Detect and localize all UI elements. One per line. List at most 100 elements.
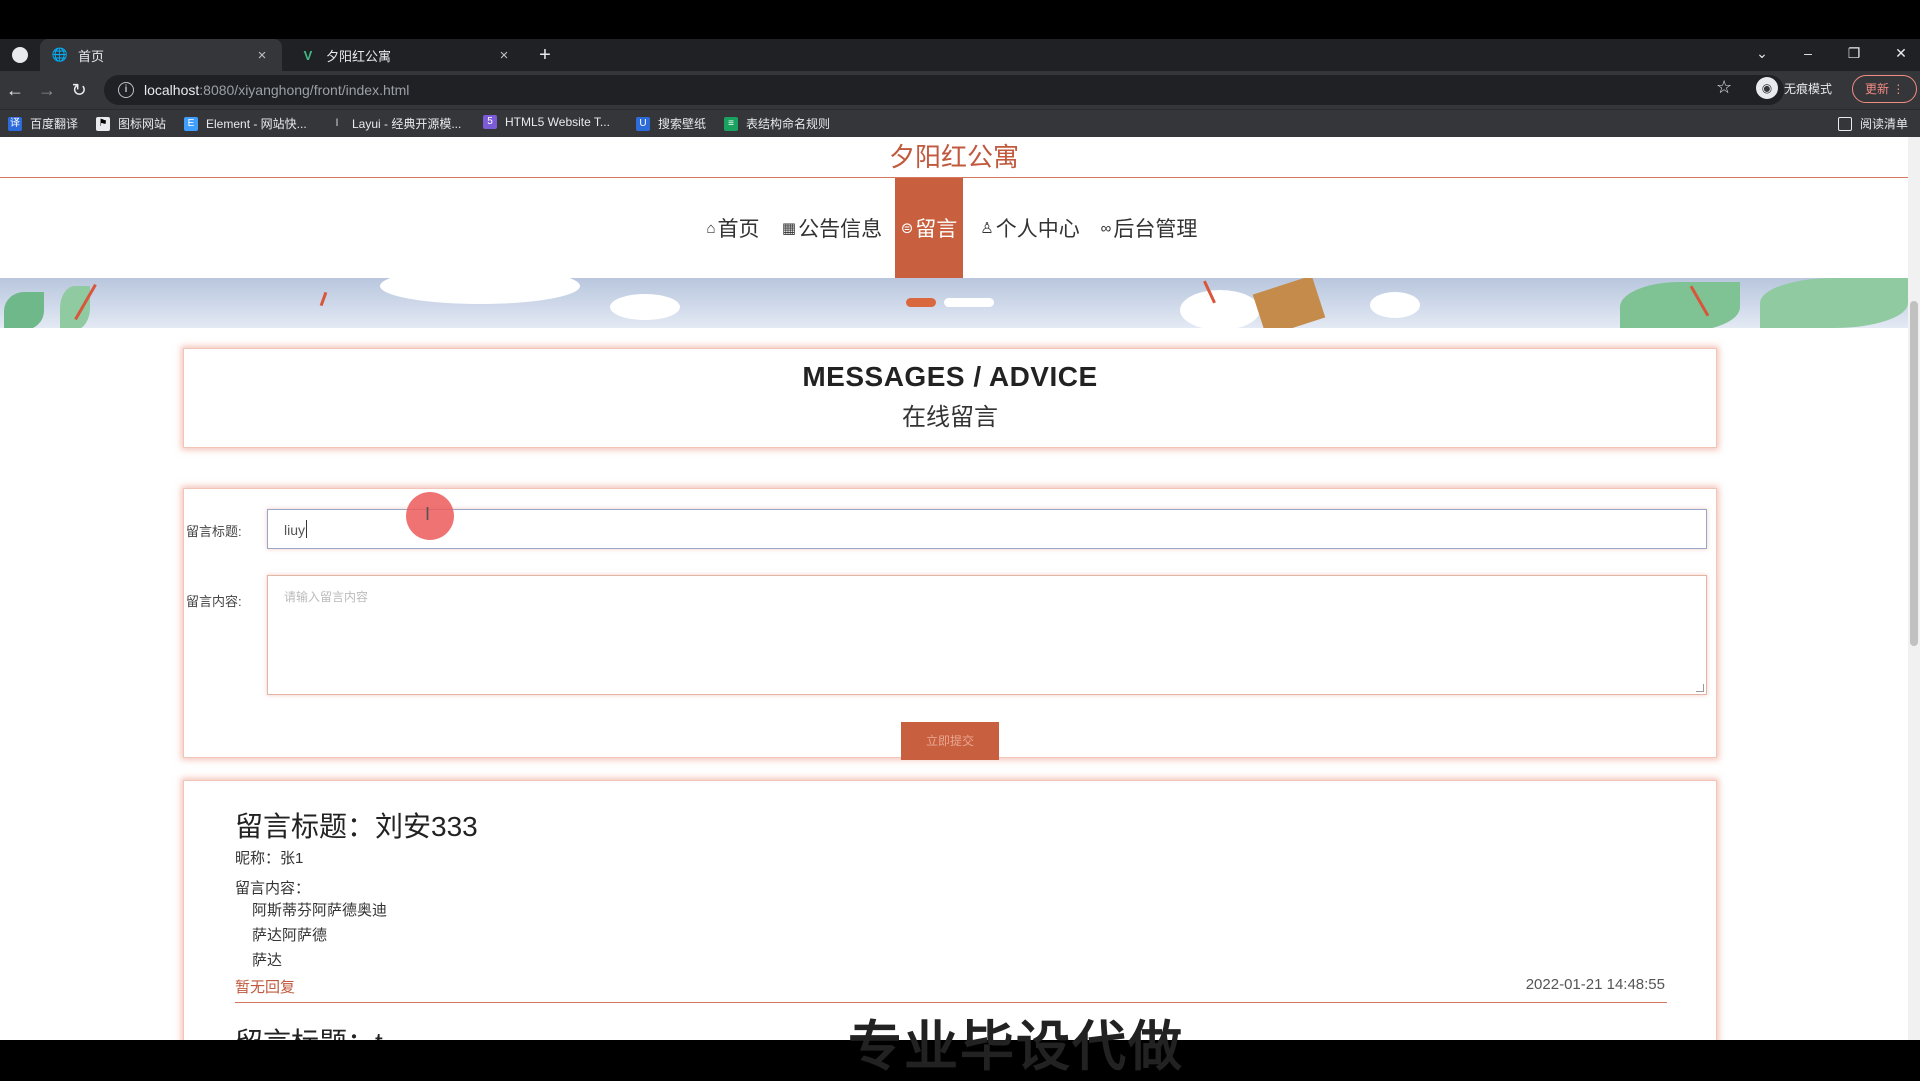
- message-content-line: 阿斯蒂芬阿萨德奥迪: [252, 902, 388, 919]
- bookmark-label: Layui - 经典开源模...: [352, 117, 462, 131]
- bookmark-label: HTML5 Website T...: [505, 115, 610, 129]
- bookmark-item[interactable]: 5 HTML5 Website T...: [483, 115, 610, 129]
- address-bar[interactable]: i localhost:8080/xiyanghong/front/index.…: [104, 75, 1784, 105]
- link-icon: ∞: [1100, 219, 1112, 237]
- message-content-label: 留言内容：: [235, 880, 311, 897]
- tab-label: 首页: [78, 48, 105, 64]
- update-button[interactable]: 更新 ⋮: [1852, 75, 1918, 103]
- forward-icon[interactable]: →: [36, 79, 58, 101]
- message-list: 留言标题：刘安333 昵称：张1 留言内容： 阿斯蒂芬阿萨德奥迪 萨达阿萨德 萨…: [183, 780, 1717, 1040]
- nav-label: 留言: [915, 218, 958, 241]
- sheet-icon: ≡: [724, 116, 738, 131]
- browser-toolbar: ← → ↻ i localhost:8080/xiyanghong/front/…: [0, 71, 1920, 109]
- bookmark-label: 百度翻译: [30, 117, 79, 131]
- watermark-overlay: 专业毕设代做: [848, 1017, 1184, 1077]
- bookmark-label: 图标网站: [118, 117, 167, 131]
- info-icon[interactable]: i: [118, 82, 134, 98]
- bookmarks-bar: 译百度翻译 ⚑ 图标网站 E Element - 网站快... l Layui - 经…: [0, 109, 1920, 137]
- bookmark-item[interactable]: 译百度翻译: [8, 115, 78, 132]
- nav-label: 个人中心: [995, 218, 1080, 241]
- element-icon: E: [184, 116, 198, 131]
- messages-header: MESSAGES / ADVICE 在线留言: [183, 348, 1717, 448]
- banner-snow: [380, 278, 580, 304]
- nav-label: 公告信息: [798, 218, 883, 241]
- nav-item-notices[interactable]: ▦ 公告信息: [780, 178, 884, 278]
- globe-icon: 🌐: [51, 47, 69, 62]
- tab-home[interactable]: 🌐 首页 ×: [40, 39, 282, 71]
- new-tab-button[interactable]: +: [534, 44, 556, 66]
- browser-tab-bar: 🌐 首页 × V 夕阳红公寓 × + ⌄ – ❐ ✕: [0, 39, 1920, 71]
- banner-leaf: [1620, 282, 1740, 328]
- incognito-label: 无痕模式: [1784, 81, 1833, 96]
- reading-list-icon: [1838, 116, 1852, 131]
- close-icon[interactable]: ×: [254, 47, 270, 64]
- title-label: 留言标题:: [186, 524, 242, 539]
- flag-icon: ⚑: [96, 116, 110, 131]
- message-time: 2022-01-21 14:48:55: [1525, 976, 1665, 993]
- user-icon: ♙: [980, 220, 994, 237]
- nav-item-home[interactable]: ⌂ 首页: [700, 178, 766, 278]
- wallpaper-icon: U: [636, 116, 650, 131]
- nav-item-messages[interactable]: ⊜ 留言: [895, 178, 963, 278]
- resize-handle-icon[interactable]: [1696, 684, 1704, 692]
- banner-leaf: [4, 292, 44, 328]
- nav-item-admin[interactable]: ∞ 后台管理: [1098, 178, 1200, 278]
- message-content-line: 萨达阿萨德: [252, 927, 328, 944]
- nav-label: 首页: [717, 218, 760, 241]
- banner-snow: [1180, 290, 1260, 328]
- bookmark-item[interactable]: ≡ 表结构命名规则: [724, 115, 830, 132]
- update-label: 更新: [1865, 82, 1890, 96]
- close-icon[interactable]: ×: [496, 47, 512, 64]
- carousel-dot[interactable]: [944, 298, 994, 307]
- layui-icon: l: [330, 116, 344, 131]
- banner-leaf: [60, 286, 90, 328]
- page-scrollbar[interactable]: [1908, 137, 1920, 1040]
- reading-list-label: 阅读清单: [1860, 117, 1909, 131]
- reload-icon[interactable]: ↻: [68, 79, 90, 101]
- site-title: 夕阳红公寓: [888, 142, 1019, 172]
- carousel-dot-active[interactable]: [906, 298, 936, 307]
- content-textarea[interactable]: 请输入留言内容: [267, 575, 1707, 695]
- scrollbar-thumb[interactable]: [1910, 301, 1918, 646]
- back-icon[interactable]: ←: [4, 79, 26, 101]
- grid-icon: ▦: [781, 220, 797, 237]
- incognito-icon: ◉: [1756, 77, 1778, 99]
- click-indicator: I: [406, 492, 454, 540]
- banner-snow: [610, 294, 680, 320]
- banner-crate: [1252, 278, 1326, 328]
- text-cursor-icon: I: [425, 504, 431, 524]
- browser-menu-icon[interactable]: [12, 47, 28, 63]
- translate-icon: 译: [8, 116, 22, 131]
- banner-twig: [319, 291, 328, 307]
- submit-button[interactable]: 立即提交: [901, 722, 999, 760]
- main-nav: ⌂ 首页 ▦ 公告信息 ⊜ 留言 ♙ 个人中心 ∞ 后台管理: [0, 178, 1908, 278]
- nav-label: 后台管理: [1113, 218, 1198, 241]
- title-input-value: liuy: [284, 522, 306, 538]
- message-title: 留言标题：t: [235, 1021, 383, 1040]
- bookmark-item[interactable]: E Element - 网站快...: [184, 115, 307, 132]
- banner-snow: [1370, 292, 1420, 318]
- content-placeholder: 请输入留言内容: [284, 590, 369, 604]
- close-window-icon[interactable]: ✕: [1891, 45, 1911, 62]
- vue-icon: V: [303, 47, 313, 63]
- web-page: 夕阳红公寓 ⌂ 首页 ▦ 公告信息 ⊜ 留言 ♙ 个人中心 ∞ 后台管理 MES…: [0, 137, 1920, 1040]
- tab-apartment[interactable]: V 夕阳红公寓 ×: [288, 39, 524, 71]
- nav-item-profile[interactable]: ♙ 个人中心: [980, 178, 1080, 278]
- bookmark-star-icon[interactable]: ☆: [1716, 77, 1732, 98]
- minimize-icon[interactable]: –: [1798, 45, 1818, 61]
- message-icon: ⊜: [900, 220, 914, 237]
- chevron-down-icon[interactable]: ⌄: [1752, 45, 1772, 62]
- banner-carousel[interactable]: [0, 278, 1908, 328]
- restore-icon[interactable]: ❐: [1844, 45, 1864, 62]
- message-reply: 暂无回复: [235, 979, 296, 996]
- url-path: :8080/xiyanghong/front/index.html: [199, 82, 410, 98]
- bookmark-item[interactable]: l Layui - 经典开源模...: [330, 115, 461, 132]
- bookmark-item[interactable]: U 搜索壁纸: [636, 115, 706, 132]
- message-nickname: 昵称：张1: [235, 850, 304, 867]
- reading-list[interactable]: 阅读清单: [1838, 115, 1908, 132]
- title-input[interactable]: liuy: [267, 509, 1707, 549]
- tab-label: 夕阳红公寓: [326, 48, 392, 64]
- bookmark-item[interactable]: ⚑ 图标网站: [96, 115, 166, 132]
- url-host: localhost: [144, 82, 200, 98]
- incognito-indicator[interactable]: ◉ 无痕模式: [1756, 77, 1832, 99]
